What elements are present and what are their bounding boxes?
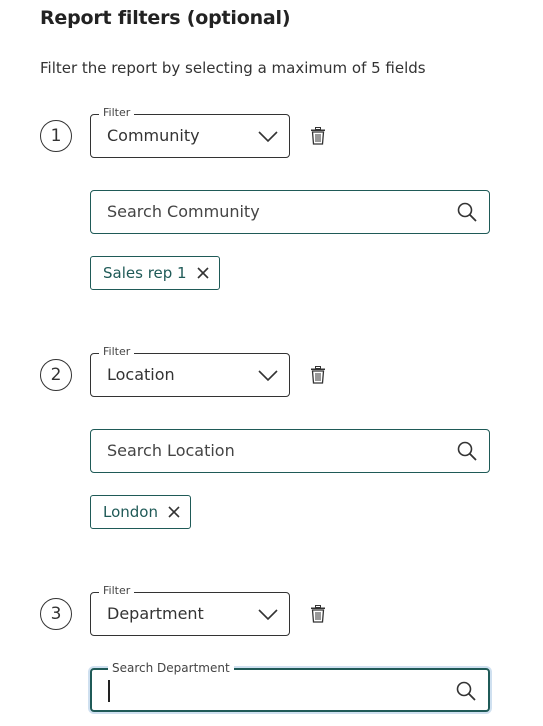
filter-select-2[interactable]: Filter Location [90,345,290,397]
filter-select-label: Filter [99,106,135,119]
report-filters-page: Report filters (optional) Filter the rep… [0,0,543,726]
page-title: Report filters (optional) [40,7,291,29]
filter-select-label: Filter [99,584,135,597]
trash-icon[interactable] [310,605,326,623]
trash-icon[interactable] [310,127,326,145]
search-icon [457,441,477,461]
search-field-label: Search Department [108,661,234,675]
selected-chip-2: London [90,495,191,529]
close-icon[interactable] [197,267,209,279]
close-icon[interactable] [168,506,180,518]
search-placeholder: Search Location [107,441,235,460]
filter-select-value: Community [107,126,200,145]
chevron-down-icon [258,370,278,382]
trash-icon[interactable] [310,366,326,384]
chip-label: London [103,503,158,521]
chevron-down-icon [258,609,278,621]
step-number-1: 1 [40,120,72,152]
chip-label: Sales rep 1 [103,264,187,282]
search-input-3[interactable]: Search Department [90,661,490,712]
search-input-1[interactable]: Search Community [90,190,490,234]
search-icon [457,202,477,222]
page-subtitle: Filter the report by selecting a maximum… [40,59,426,77]
filter-select-3[interactable]: Filter Department [90,584,290,636]
search-placeholder: Search Community [107,202,260,221]
search-input-2[interactable]: Search Location [90,429,490,473]
filter-select-label: Filter [99,345,135,358]
step-number-3: 3 [40,598,72,630]
filter-select-value: Location [107,365,175,384]
selected-chip-1: Sales rep 1 [90,256,220,290]
filter-select-value: Department [107,604,204,623]
chevron-down-icon [258,131,278,143]
filter-select-1[interactable]: Filter Community [90,106,290,158]
step-number-2: 2 [40,359,72,391]
search-icon [456,681,476,701]
text-cursor [108,680,110,702]
